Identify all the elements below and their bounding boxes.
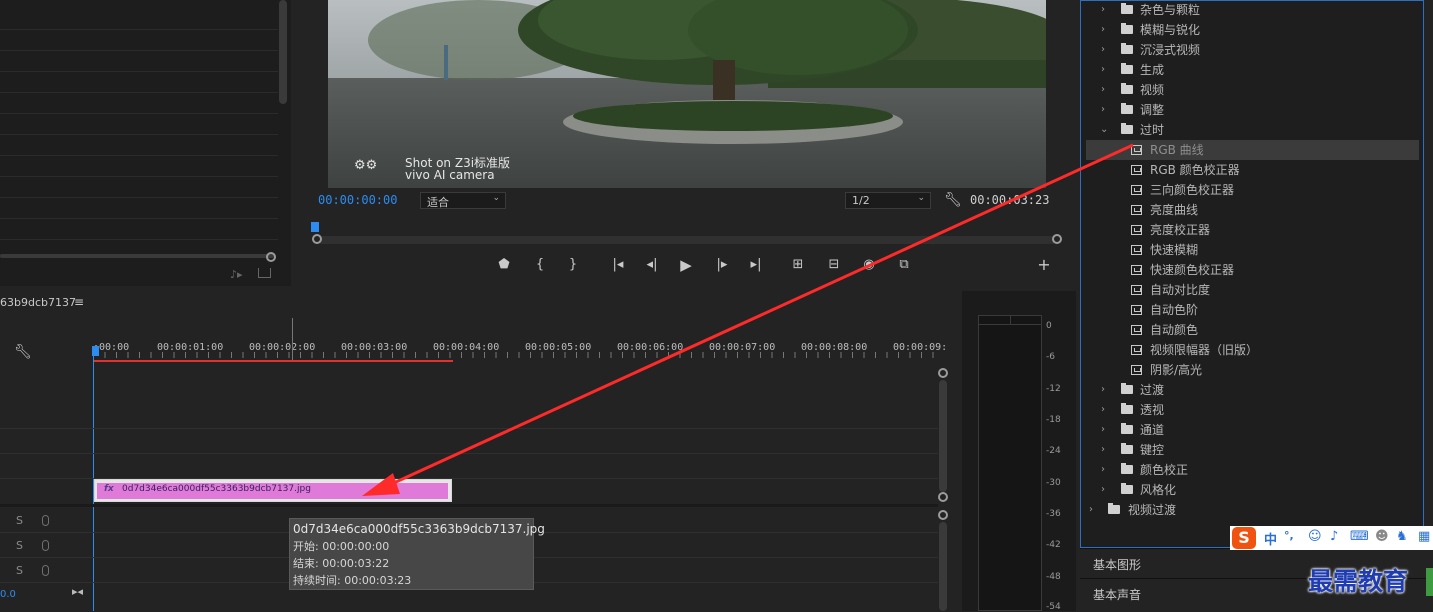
edge-green-bar — [1426, 568, 1433, 596]
brand-watermark: 最需教育 — [1308, 567, 1409, 596]
annotation-arrow — [362, 143, 1134, 496]
